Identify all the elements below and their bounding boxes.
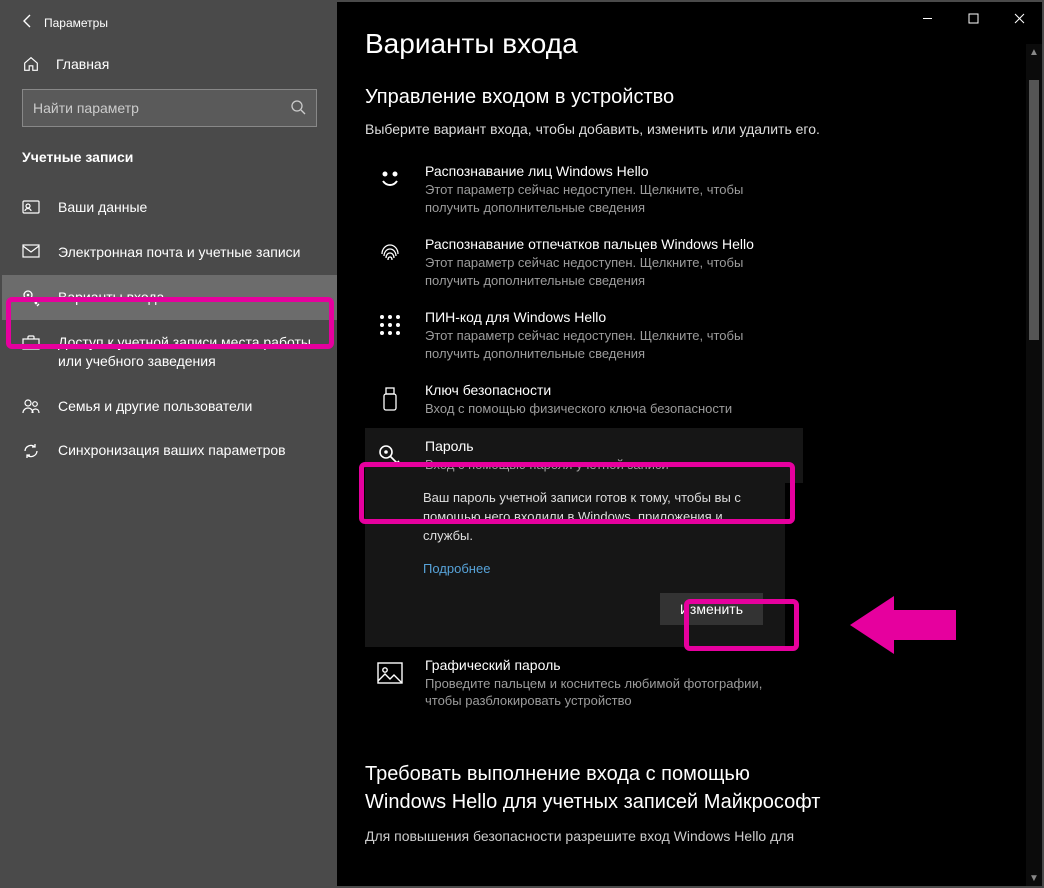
option-security-key[interactable]: Ключ безопасности Вход с помощью физичес… (365, 372, 803, 428)
option-title: Распознавание отпечатков пальцев Windows… (425, 236, 795, 252)
key-icon (375, 438, 405, 470)
sidebar: Параметры Главная Найти параметр Учетные… (2, 2, 337, 886)
option-sub: Вход с помощью пароля учетной записи (425, 456, 669, 474)
section-intro: Выберите вариант входа, чтобы добавить, … (365, 121, 1016, 137)
scroll-down-icon[interactable]: ▼ (1026, 870, 1042, 886)
sidebar-nav: Ваши данные Электронная почта и учетные … (2, 175, 337, 473)
password-expanded-panel: Ваш пароль учетной записи готов к тому, … (365, 483, 785, 646)
option-sub: Этот параметр сейчас недоступен. Щелкнит… (425, 327, 795, 362)
option-title: ПИН-код для Windows Hello (425, 309, 795, 325)
search-input[interactable]: Найти параметр (22, 89, 317, 127)
option-password[interactable]: Пароль Вход с помощью пароля учетной зап… (365, 428, 803, 484)
option-sub: Этот параметр сейчас недоступен. Щелкнит… (425, 181, 795, 216)
option-sub: Проведите пальцем и коснитесь любимой фо… (425, 675, 795, 710)
search-placeholder: Найти параметр (33, 100, 139, 116)
sidebar-item-label: Доступ к учетной записи места работы или… (58, 333, 317, 371)
sidebar-home[interactable]: Главная (2, 44, 337, 79)
main-panel: Варианты входа Управление входом в устро… (337, 2, 1042, 886)
learn-more-link[interactable]: Подробнее (423, 560, 490, 579)
sidebar-item-family[interactable]: Семья и другие пользователи (2, 384, 337, 429)
sidebar-item-label: Варианты входа (58, 288, 317, 307)
home-label: Главная (56, 56, 109, 72)
section2-title: Требовать выполнение входа с помощью Win… (365, 760, 825, 816)
fingerprint-icon (375, 236, 405, 268)
section2-desc: Для повышения безопасности разрешите вхо… (365, 828, 825, 844)
usb-key-icon (375, 382, 405, 414)
option-fingerprint[interactable]: Распознавание отпечатков пальцев Windows… (365, 226, 803, 299)
require-hello-section: Требовать выполнение входа с помощью Win… (365, 760, 825, 844)
sync-icon (22, 441, 40, 460)
person-card-icon (22, 198, 40, 215)
search-icon (290, 99, 306, 118)
option-sub: Вход с помощью физического ключа безопас… (425, 400, 732, 418)
scroll-up-icon[interactable]: ▲ (1026, 44, 1042, 60)
titlebar: Параметры (2, 2, 337, 44)
sidebar-item-label: Семья и другие пользователи (58, 397, 317, 416)
mail-icon (22, 243, 40, 258)
sidebar-item-label: Электронная почта и учетные записи (58, 243, 317, 262)
option-face[interactable]: Распознавание лиц Windows Hello Этот пар… (365, 153, 803, 226)
picture-icon (375, 657, 405, 685)
sidebar-item-email[interactable]: Электронная почта и учетные записи (2, 230, 337, 275)
sidebar-item-label: Ваши данные (58, 198, 317, 217)
people-icon (22, 397, 40, 414)
briefcase-icon (22, 333, 40, 350)
home-icon (22, 54, 40, 73)
keypad-icon (375, 309, 405, 337)
sidebar-item-label: Синхронизация ваших параметров (58, 441, 317, 460)
sidebar-section-label: Учетные записи (2, 127, 337, 175)
settings-window: Параметры Главная Найти параметр Учетные… (0, 0, 1044, 888)
sidebar-item-sync[interactable]: Синхронизация ваших параметров (2, 428, 337, 473)
page-title: Варианты входа (365, 28, 1016, 60)
window-title: Параметры (44, 16, 108, 30)
option-title: Распознавание лиц Windows Hello (425, 163, 795, 179)
sidebar-item-work-access[interactable]: Доступ к учетной записи места работы или… (2, 320, 337, 384)
option-pin[interactable]: ПИН-код для Windows Hello Этот параметр … (365, 299, 803, 372)
sidebar-item-your-info[interactable]: Ваши данные (2, 185, 337, 230)
change-button[interactable]: Изменить (660, 593, 763, 625)
option-title: Графический пароль (425, 657, 795, 673)
sidebar-item-signin-options[interactable]: Варианты входа (2, 275, 337, 320)
option-title: Пароль (425, 438, 669, 454)
option-title: Ключ безопасности (425, 382, 732, 398)
section-title: Управление входом в устройство (365, 86, 1016, 109)
vertical-scrollbar[interactable]: ▲ ▼ (1026, 44, 1042, 886)
content-area: Варианты входа Управление входом в устро… (337, 2, 1042, 886)
face-icon (375, 163, 405, 189)
back-button[interactable] (12, 13, 44, 33)
option-sub: Этот параметр сейчас недоступен. Щелкнит… (425, 254, 795, 289)
password-description: Ваш пароль учетной записи готов к тому, … (423, 489, 763, 546)
scroll-thumb[interactable] (1029, 80, 1039, 340)
option-picture-password[interactable]: Графический пароль Проведите пальцем и к… (365, 647, 803, 720)
key-icon (22, 288, 40, 307)
